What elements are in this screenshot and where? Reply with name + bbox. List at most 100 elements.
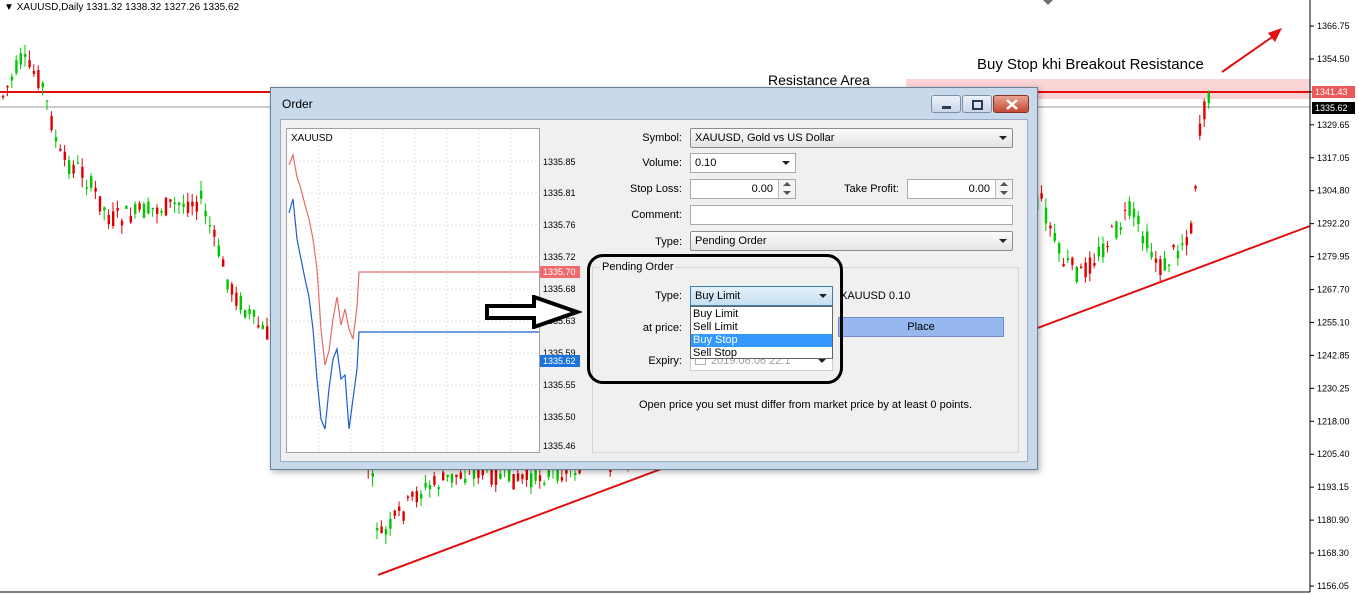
chart-header: ▼ XAUUSD,Daily 1331.32 1338.32 1327.26 1… xyxy=(4,2,239,13)
candle-body xyxy=(120,220,124,226)
candle-body xyxy=(494,469,498,485)
candle-body xyxy=(1053,232,1056,241)
ask-price-badge: 1335.70 xyxy=(540,266,580,278)
minimize-button[interactable] xyxy=(931,95,961,113)
candle-body xyxy=(68,160,71,175)
resistance-annotation: Resistance Area xyxy=(768,72,870,88)
symbol-value: XAUUSD, Gold vs US Dollar xyxy=(695,132,835,144)
comment-input[interactable] xyxy=(690,205,1013,225)
price-axis-label: 1304.80 xyxy=(1317,186,1350,196)
candle-body xyxy=(98,196,102,212)
symbol-select[interactable]: XAUUSD, Gold vs US Dollar xyxy=(690,128,1013,148)
candle-body xyxy=(512,473,515,490)
price-axis-label: 1218.00 xyxy=(1317,416,1350,426)
candle-body xyxy=(1071,257,1074,265)
candle-body xyxy=(1163,257,1166,271)
candle-body xyxy=(151,207,154,210)
candle-body xyxy=(389,518,392,529)
candle-body xyxy=(1172,244,1175,248)
tick-label: 1335.46 xyxy=(543,441,576,451)
candle-body xyxy=(142,203,146,219)
candle-body xyxy=(2,95,5,98)
candle-body xyxy=(103,207,106,211)
volume-value: 0.10 xyxy=(695,157,717,169)
chevron-down-icon xyxy=(999,136,1007,140)
candle-body xyxy=(32,71,36,74)
minimize-icon xyxy=(942,106,951,109)
stop-loss-spinner[interactable] xyxy=(778,180,795,198)
price-axis-label: 1267.70 xyxy=(1317,285,1350,295)
tick-label: 1335.76 xyxy=(543,220,576,230)
candle-body xyxy=(182,203,185,208)
candle-body xyxy=(1088,257,1092,274)
candle-body xyxy=(1084,262,1087,278)
candle-body xyxy=(1093,263,1096,266)
maximize-icon xyxy=(972,100,983,110)
chart-header-text: XAUUSD,Daily 1331.32 1338.32 1327.26 133… xyxy=(16,2,240,13)
candle-body xyxy=(424,482,427,488)
candle-body xyxy=(156,207,159,215)
candle-body xyxy=(252,310,256,317)
candle-body xyxy=(1115,221,1118,239)
candle-body xyxy=(186,201,190,213)
price-axis-label: 1354.50 xyxy=(1317,54,1350,64)
order-description: XAUUSD 0.10 xyxy=(840,290,911,302)
candle-body xyxy=(521,474,524,480)
price-axis-label: 1180.90 xyxy=(1317,515,1349,525)
price-axis-label: 1193.15 xyxy=(1317,482,1349,492)
order-type-select[interactable]: Pending Order xyxy=(690,231,1013,251)
candle-body xyxy=(420,493,423,499)
candle-body xyxy=(257,325,260,328)
comment-label: Comment: xyxy=(631,209,682,221)
candle-body xyxy=(464,478,467,483)
candle-body xyxy=(54,137,58,142)
candle-body xyxy=(499,473,502,479)
breakout-arrow-line xyxy=(1221,34,1276,73)
place-button[interactable]: Place xyxy=(838,317,1004,337)
spin-down-icon xyxy=(783,191,791,195)
candle-body xyxy=(530,473,533,488)
price-axis-label: 1230.25 xyxy=(1317,383,1350,393)
candle-body xyxy=(208,225,212,227)
candle-body xyxy=(222,259,225,267)
volume-select[interactable]: 0.10 xyxy=(690,153,796,173)
tick-label: 1335.55 xyxy=(543,380,576,390)
candle-body xyxy=(6,85,9,88)
stop-loss-input[interactable]: 0.00 xyxy=(690,179,796,199)
candle-body xyxy=(1176,250,1180,259)
maximize-button[interactable] xyxy=(962,95,992,113)
candle-body xyxy=(437,487,440,490)
dialog-title: Order xyxy=(282,97,313,111)
candle-body xyxy=(1110,226,1114,228)
candle-body xyxy=(376,528,379,531)
price-axis-label: 1292.20 xyxy=(1317,219,1350,229)
chart-menu-icon[interactable]: ▼ xyxy=(4,2,14,13)
candle-body xyxy=(230,284,234,295)
take-profit-value: 0.00 xyxy=(968,183,990,195)
dialog-titlebar[interactable]: Order xyxy=(271,88,1037,118)
candle-body xyxy=(1132,208,1136,218)
take-profit-label: Take Profit: xyxy=(843,183,899,195)
close-button[interactable] xyxy=(993,95,1029,113)
candle-body xyxy=(239,295,242,311)
take-profit-spinner[interactable] xyxy=(995,180,1012,198)
candle-body xyxy=(525,468,528,481)
candle-body xyxy=(1181,243,1184,246)
candle-body xyxy=(560,477,564,481)
spin-down-icon xyxy=(1000,191,1008,195)
price-axis-label: 1366.75 xyxy=(1317,21,1350,31)
candle-body xyxy=(134,204,137,214)
candle-body xyxy=(24,54,27,57)
take-profit-input[interactable]: 0.00 xyxy=(907,179,1013,199)
candle-body xyxy=(1168,264,1171,266)
candle-body xyxy=(415,491,418,503)
candle-body xyxy=(90,176,93,188)
spin-up-icon xyxy=(783,182,791,186)
candle-body xyxy=(178,202,181,206)
scroll-marker-icon[interactable] xyxy=(1043,0,1053,5)
candle-body xyxy=(543,482,546,485)
price-axis-label: 1168.30 xyxy=(1317,548,1349,558)
candle-body xyxy=(107,215,110,225)
candle-body xyxy=(28,60,31,68)
candle-body xyxy=(398,506,401,511)
